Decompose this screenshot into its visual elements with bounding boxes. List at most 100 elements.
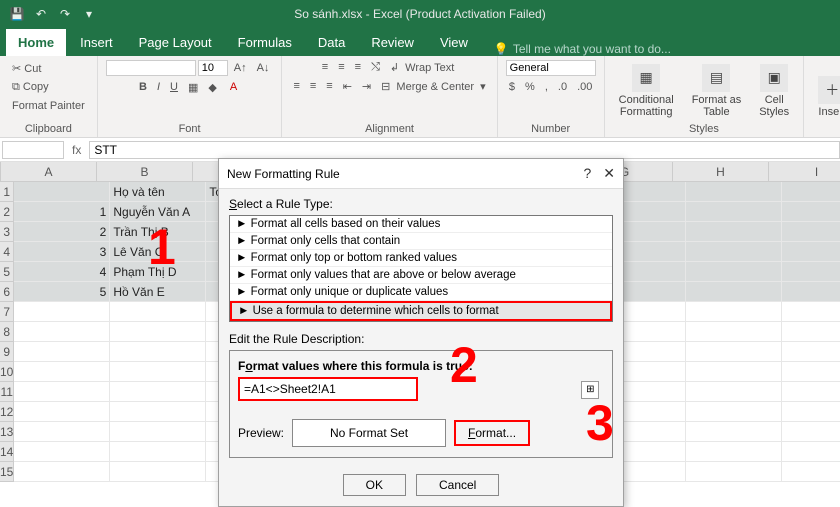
ok-button[interactable]: OK xyxy=(343,474,406,496)
border-button[interactable]: ▦ xyxy=(185,80,201,95)
row-3[interactable]: 3 xyxy=(0,222,14,242)
cell[interactable]: 1 xyxy=(14,202,110,222)
cell[interactable] xyxy=(14,182,110,202)
tab-insert[interactable]: Insert xyxy=(68,29,125,56)
align-center-icon[interactable]: ≡ xyxy=(307,79,319,94)
cell[interactable]: Hồ Văn E xyxy=(110,282,206,302)
close-icon[interactable]: ✕ xyxy=(603,165,615,182)
row-5[interactable]: 5 xyxy=(0,262,14,282)
col-I[interactable]: I xyxy=(769,162,840,181)
tab-page-layout[interactable]: Page Layout xyxy=(127,29,224,56)
increase-font-icon[interactable]: A↑ xyxy=(230,60,251,76)
redo-icon[interactable]: ↷ xyxy=(56,5,74,23)
range-picker-icon[interactable]: ⊞ xyxy=(581,381,599,399)
group-number-label: Number xyxy=(506,121,596,135)
name-box[interactable] xyxy=(2,141,64,159)
col-B[interactable]: B xyxy=(97,162,193,181)
cell[interactable]: Lê Văn C xyxy=(110,242,206,262)
merge-center-button[interactable]: ⊟ Merge & Center ▾ xyxy=(378,79,489,94)
format-painter-button[interactable]: Format Painter xyxy=(8,98,89,114)
tab-formulas[interactable]: Formulas xyxy=(226,29,304,56)
cancel-button[interactable]: Cancel xyxy=(416,474,499,496)
tab-view[interactable]: View xyxy=(428,29,480,56)
fill-color-button[interactable]: ◆ xyxy=(205,80,219,95)
bold-button[interactable]: B xyxy=(136,80,150,95)
new-formatting-rule-dialog: New Formatting Rule ? ✕ SSelect a Rule T… xyxy=(218,158,624,507)
align-middle-icon[interactable]: ≡ xyxy=(335,60,347,75)
tell-me-search[interactable]: 💡 Tell me what you want to do... xyxy=(482,42,671,56)
align-top-icon[interactable]: ≡ xyxy=(319,60,331,75)
rule-formula-input[interactable] xyxy=(238,377,418,401)
row-15[interactable]: 15 xyxy=(0,462,14,482)
row-12[interactable]: 12 xyxy=(0,402,14,422)
increase-decimal-icon[interactable]: .0 xyxy=(555,80,570,94)
cell[interactable]: Trần Thị B xyxy=(110,222,206,242)
font-size-select[interactable] xyxy=(198,60,228,76)
font-name-select[interactable] xyxy=(106,60,196,76)
rule-option-selected[interactable]: ► Use a formula to determine which cells… xyxy=(230,301,612,321)
col-H[interactable]: H xyxy=(673,162,769,181)
help-icon[interactable]: ? xyxy=(583,165,591,182)
decrease-decimal-icon[interactable]: .00 xyxy=(574,80,595,94)
row-9[interactable]: 9 xyxy=(0,342,14,362)
cell[interactable]: 5 xyxy=(14,282,110,302)
col-A[interactable]: A xyxy=(1,162,97,181)
save-icon[interactable]: 💾 xyxy=(8,5,26,23)
formula-input[interactable] xyxy=(89,141,840,159)
edit-description-label: Edit the Rule Description: xyxy=(229,332,613,346)
wrap-text-button[interactable]: ↲ Wrap Text xyxy=(387,60,460,75)
indent-dec-icon[interactable]: ⇤ xyxy=(340,79,355,94)
indent-inc-icon[interactable]: ⇥ xyxy=(359,79,374,94)
row-2[interactable]: 2 xyxy=(0,202,14,222)
rule-option[interactable]: ► Format only cells that contain xyxy=(230,233,612,250)
rule-option[interactable]: ► Format only values that are above or b… xyxy=(230,267,612,284)
conditional-formatting-button[interactable]: ▦Conditional Formatting xyxy=(613,62,680,120)
cell[interactable]: 2 xyxy=(14,222,110,242)
cell[interactable]: Họ và tên xyxy=(110,182,206,202)
underline-button[interactable]: U xyxy=(167,80,181,95)
cell[interactable]: Phạm Thị D xyxy=(110,262,206,282)
italic-button[interactable]: I xyxy=(154,80,163,95)
row-6[interactable]: 6 xyxy=(0,282,14,302)
row-4[interactable]: 4 xyxy=(0,242,14,262)
decrease-font-icon[interactable]: A↓ xyxy=(253,60,274,76)
rule-option[interactable]: ► Format only top or bottom ranked value… xyxy=(230,250,612,267)
qat-dropdown-icon[interactable]: ▾ xyxy=(80,5,98,23)
row-1[interactable]: 1 xyxy=(0,182,14,202)
font-color-button[interactable]: A xyxy=(224,80,243,95)
insert-cells-button[interactable]: ＋Insert xyxy=(812,74,840,120)
rule-option[interactable]: ► Format all cells based on their values xyxy=(230,216,612,233)
row-8[interactable]: 8 xyxy=(0,322,14,342)
align-left-icon[interactable]: ≡ xyxy=(290,79,302,94)
align-right-icon[interactable]: ≡ xyxy=(323,79,335,94)
row-10[interactable]: 10 xyxy=(0,362,14,382)
percent-icon[interactable]: % xyxy=(522,80,538,94)
cut-button[interactable]: ✂ Cut xyxy=(8,60,45,77)
rule-option[interactable]: ► Format only unique or duplicate values xyxy=(230,284,612,301)
align-bottom-icon[interactable]: ≡ xyxy=(352,60,364,75)
undo-icon[interactable]: ↶ xyxy=(32,5,50,23)
currency-icon[interactable]: $ xyxy=(506,80,518,94)
format-button[interactable]: FFormat...ormat... xyxy=(454,420,530,446)
row-11[interactable]: 11 xyxy=(0,382,14,402)
row-13[interactable]: 13 xyxy=(0,422,14,442)
row-7[interactable]: 7 xyxy=(0,302,14,322)
cell[interactable]: Nguyễn Văn A xyxy=(110,202,206,222)
cell[interactable]: 3 xyxy=(14,242,110,262)
rule-type-list[interactable]: ► Format all cells based on their values… xyxy=(229,215,613,322)
tab-review[interactable]: Review xyxy=(359,29,426,56)
orientation-icon[interactable]: ⤭ xyxy=(368,60,383,75)
cell-styles-button[interactable]: ▣Cell Styles xyxy=(753,62,795,120)
comma-icon[interactable]: , xyxy=(542,80,551,94)
tab-home[interactable]: Home xyxy=(6,29,66,56)
table-icon: ▤ xyxy=(702,64,730,92)
dialog-title: New Formatting Rule xyxy=(227,167,340,181)
row-14[interactable]: 14 xyxy=(0,442,14,462)
copy-button[interactable]: ⧉ Copy xyxy=(8,79,53,96)
fx-icon[interactable]: fx xyxy=(64,143,89,157)
tab-data[interactable]: Data xyxy=(306,29,357,56)
ribbon-tabs: Home Insert Page Layout Formulas Data Re… xyxy=(0,28,840,56)
cell[interactable]: 4 xyxy=(14,262,110,282)
format-as-table-button[interactable]: ▤Format as Table xyxy=(686,62,748,120)
number-format-select[interactable] xyxy=(506,60,596,76)
